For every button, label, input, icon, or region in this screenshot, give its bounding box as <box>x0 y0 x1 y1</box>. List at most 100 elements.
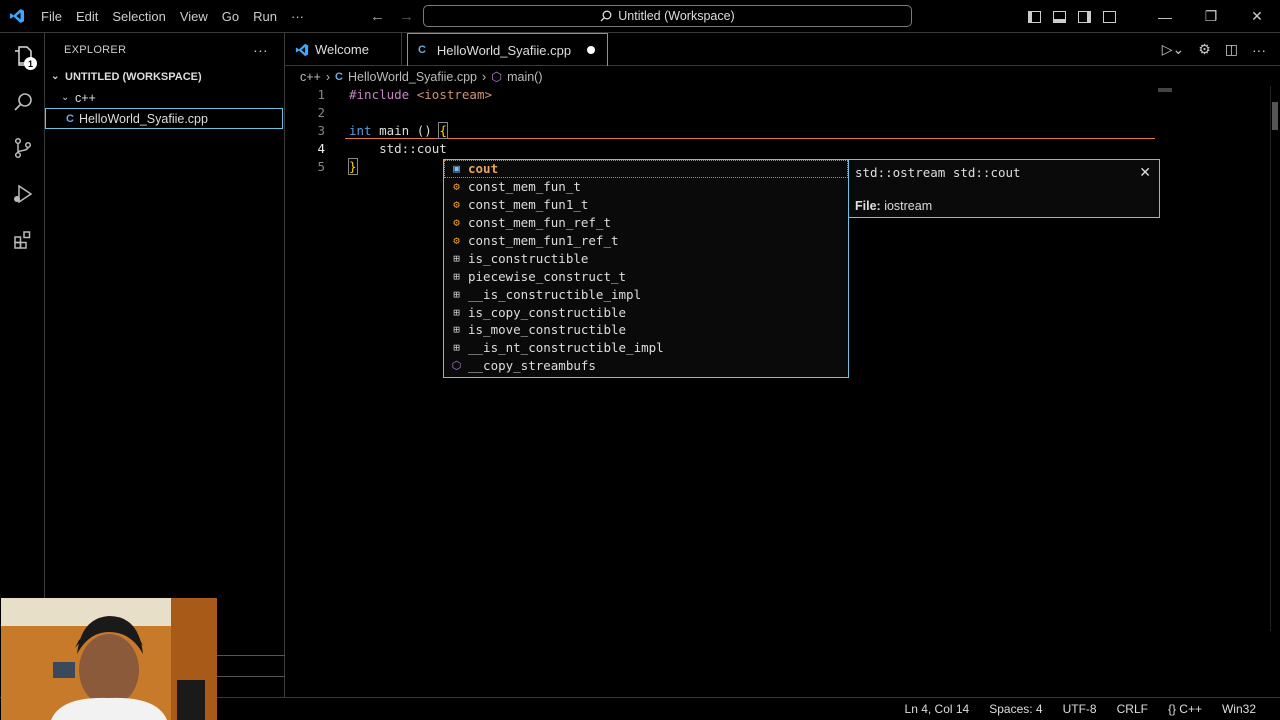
source-control-icon[interactable] <box>0 125 45 171</box>
menu-go[interactable]: Go <box>215 9 246 24</box>
vscode-tab-icon <box>295 43 309 56</box>
minimize-icon[interactable]: — <box>1142 9 1188 25</box>
status-cursor-position[interactable]: Ln 4, Col 14 <box>905 702 970 716</box>
suggest-item[interactable]: ⊞ __is_constructible_impl <box>444 285 848 303</box>
toggle-sidebar-icon[interactable] <box>1028 10 1041 23</box>
struct-icon: ⊞ <box>453 305 460 319</box>
file-label: File: <box>855 199 881 213</box>
restore-icon[interactable]: ❐ <box>1188 8 1234 25</box>
suggest-item-label: __copy_streambufs <box>468 358 596 374</box>
cpp-file-icon: C <box>335 70 343 83</box>
status-language[interactable]: {} C++ <box>1168 702 1202 716</box>
status-indentation[interactable]: Spaces: 4 <box>989 702 1042 716</box>
variable-icon: ▣ <box>453 162 460 176</box>
webcam-overlay <box>1 598 217 720</box>
suggest-item-label: cout <box>468 161 499 177</box>
menu-more[interactable]: ··· <box>284 9 311 24</box>
line-number: 4 <box>317 141 325 156</box>
line-number: 3 <box>317 123 325 138</box>
status-eol[interactable]: CRLF <box>1117 702 1148 716</box>
panel-divider <box>215 655 285 656</box>
toggle-secondary-sidebar-icon[interactable] <box>1078 10 1091 23</box>
suggest-item[interactable]: ⚙ const_mem_fun1_ref_t <box>444 232 848 250</box>
run-debug-icon[interactable] <box>0 171 45 217</box>
close-icon[interactable]: ✕ <box>1139 164 1151 181</box>
tab-helloworld[interactable]: C HelloWorld_Syafiie.cpp <box>406 33 609 66</box>
explorer-icon[interactable]: 1 <box>0 33 45 79</box>
folder-cpp[interactable]: ⌄ c++ <box>45 87 284 108</box>
cpp-file-icon: C <box>417 44 426 56</box>
breadcrumb-symbol[interactable]: main() <box>507 70 542 84</box>
suggest-item[interactable]: ⊞ piecewise_construct_t <box>444 267 848 285</box>
suggest-item[interactable]: ⊞ is_move_constructible <box>444 321 848 339</box>
struct-icon: ⊞ <box>453 269 460 283</box>
suggest-item[interactable]: ⚙ const_mem_fun_ref_t <box>444 214 848 232</box>
close-window-icon[interactable]: ✕ <box>1234 8 1280 25</box>
suggest-item[interactable]: ⬡ __copy_streambufs <box>444 357 848 375</box>
suggest-item-label: const_mem_fun_t <box>468 179 581 195</box>
suggest-item-label: __is_constructible_impl <box>468 286 642 302</box>
workspace-root[interactable]: ⌄ UNTITLED (WORKSPACE) <box>45 66 284 87</box>
file-value: iostream <box>884 199 933 213</box>
line-number: 1 <box>317 87 325 102</box>
suggest-item-label: const_mem_fun1_t <box>468 197 589 213</box>
tab-welcome[interactable]: Welcome <box>285 33 402 66</box>
forward-arrow-icon[interactable]: → <box>399 8 414 25</box>
run-file-icon[interactable]: ▷⌄ <box>1162 41 1185 58</box>
suggest-item[interactable]: ⊞ is_copy_constructible <box>444 303 848 321</box>
brace: } <box>348 158 358 175</box>
command-center-search[interactable]: Untitled (Workspace) <box>423 5 912 27</box>
menu-view[interactable]: View <box>173 9 215 24</box>
menu-selection[interactable]: Selection <box>105 9 172 24</box>
panel-divider <box>215 676 285 677</box>
settings-gear-icon[interactable]: ⚙ <box>1198 41 1211 58</box>
struct-icon: ⊞ <box>453 323 460 337</box>
breadcrumb-folder[interactable]: c++ <box>300 70 321 84</box>
breadcrumb: c++ › C HelloWorld_Syafiie.cpp › ⬡ main(… <box>300 67 543 86</box>
suggest-item[interactable]: ⚙ const_mem_fun_t <box>444 178 848 196</box>
extensions-icon[interactable] <box>0 217 45 263</box>
editor-scrollbar[interactable] <box>1270 86 1280 631</box>
folder-label: c++ <box>75 90 96 105</box>
cube-icon: ⬡ <box>491 70 503 84</box>
menu-file[interactable]: File <box>34 9 69 24</box>
suggest-signature: std::ostream std::cout <box>855 165 1021 180</box>
menu-edit[interactable]: Edit <box>69 9 105 24</box>
tab-label: HelloWorld_Syafiie.cpp <box>436 42 572 58</box>
file-helloworld[interactable]: C HelloWorld_Syafiie.cpp <box>45 108 283 129</box>
search-view-icon[interactable] <box>0 79 45 125</box>
status-encoding[interactable]: UTF-8 <box>1063 702 1097 716</box>
editor-tabs: Welcome C HelloWorld_Syafiie.cpp <box>285 33 1280 66</box>
include-directive: #include <box>349 87 410 102</box>
cpp-file-icon: C <box>66 112 74 125</box>
suggest-item-label: is_constructible <box>468 250 589 266</box>
chevron-down-icon: ⌄ <box>51 71 60 82</box>
suggest-item[interactable]: ▣ cout <box>444 160 848 178</box>
scrollbar-thumb[interactable] <box>1272 102 1278 130</box>
suggest-item-label: piecewise_construct_t <box>468 268 627 284</box>
suggest-file-info: File: iostream <box>855 199 932 213</box>
explorer-badge: 1 <box>24 57 37 70</box>
breadcrumb-file[interactable]: HelloWorld_Syafiie.cpp <box>348 70 477 84</box>
struct-icon: ⊞ <box>453 287 460 301</box>
unsaved-dot-icon[interactable] <box>587 46 596 54</box>
toggle-panel-icon[interactable] <box>1053 10 1066 23</box>
explorer-more-button[interactable]: ··· <box>253 42 268 58</box>
status-platform[interactable]: Win32 <box>1222 702 1256 716</box>
search-text: Untitled (Workspace) <box>618 9 735 23</box>
menu-run[interactable]: Run <box>246 9 284 24</box>
suggest-item[interactable]: ⊞ is_constructible <box>444 249 848 267</box>
code-text: main () <box>371 123 440 138</box>
chevron-down-icon: ⌄ <box>61 92 70 103</box>
struct-icon: ⊞ <box>453 251 460 265</box>
suggest-item[interactable]: ⊞ __is_nt_constructible_impl <box>444 339 848 357</box>
suggest-item[interactable]: ⚙ const_mem_fun1_t <box>444 196 848 214</box>
code-line: int main () { <box>349 122 448 140</box>
customize-layout-icon[interactable] <box>1103 10 1116 23</box>
minimap[interactable] <box>1158 88 1172 92</box>
more-actions-icon[interactable]: ··· <box>1252 42 1266 58</box>
menu-bar: File Edit Selection View Go Run ··· <box>34 0 311 33</box>
split-editor-icon[interactable]: ◫ <box>1225 41 1238 58</box>
back-arrow-icon[interactable]: ← <box>370 8 385 25</box>
suggest-details: std::ostream std::cout ✕ File: iostream <box>848 159 1160 218</box>
